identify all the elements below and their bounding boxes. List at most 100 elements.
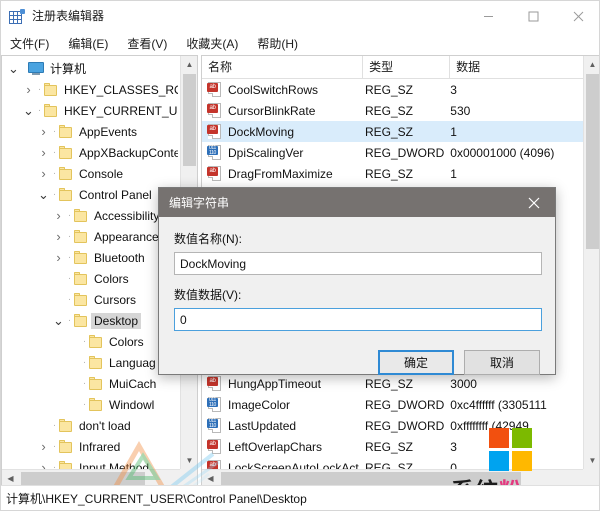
tree-connector-icon: · (67, 231, 72, 242)
minimize-button[interactable] (466, 1, 511, 32)
dword-value-icon: 011 110 (207, 145, 224, 160)
tree-item-label: HKEY_CLASSES_ROOT (64, 82, 178, 97)
value-row[interactable]: ab LeftOverlapChars REG_SZ 3 (202, 436, 583, 457)
tree-item[interactable]: ⌄ · Control Panel (2, 184, 180, 205)
tree-item[interactable]: ·· Languag (2, 352, 180, 373)
value-row[interactable]: ab DragFromMaximize REG_SZ 1 (202, 163, 583, 184)
values-scroll-up-icon[interactable]: ▲ (584, 56, 599, 73)
value-row[interactable]: ab CursorBlinkRate REG_SZ 530 (202, 100, 583, 121)
values-horizontal-scrollbar[interactable]: ◀ ▶ (202, 469, 599, 486)
chevron-down-icon[interactable]: ⌄ (36, 184, 51, 205)
tree-connector-icon: · (52, 441, 57, 452)
tree-connector-icon: · (82, 378, 87, 389)
menu-edit[interactable]: 编辑(E) (68, 33, 117, 55)
value-name-input[interactable] (174, 252, 542, 275)
tree-item[interactable]: ⌄· HKEY_CURRENT_USER (2, 100, 180, 121)
tree-scroll-up-icon[interactable]: ▲ (181, 56, 197, 73)
value-row[interactable]: ab HungAppTimeout REG_SZ 3000 (202, 373, 583, 394)
menu-help[interactable]: 帮助(H) (257, 33, 307, 55)
value-name-cell: 011 110 ImageColor (202, 397, 359, 412)
tree-item-label: AppEvents (79, 124, 138, 139)
tree-item[interactable]: › · AppEvents (2, 121, 180, 142)
chevron-down-icon[interactable]: ⌄ (51, 310, 66, 331)
tree-item[interactable]: ·· don't load (2, 415, 180, 436)
value-type-cell: REG_SZ (364, 439, 413, 454)
registry-tree[interactable]: ⌄计算机›·HKEY_CLASSES_ROOT⌄·HKEY_CURRENT_US… (2, 56, 180, 469)
chevron-right-icon[interactable]: › (51, 247, 66, 268)
chevron-right-icon[interactable]: › (36, 121, 51, 142)
title-bar: 注册表编辑器 (1, 1, 599, 32)
tree-connector-icon: · (52, 126, 57, 137)
tree-item[interactable]: ·· Colors (2, 268, 180, 289)
folder-icon (58, 167, 74, 180)
chevron-right-icon[interactable]: › (51, 226, 66, 247)
menu-view[interactable]: 查看(V) (127, 33, 176, 55)
maximize-button[interactable] (511, 1, 556, 32)
values-scroll-down-icon[interactable]: ▼ (584, 452, 599, 469)
chevron-right-icon[interactable]: › (36, 142, 51, 163)
value-type-cell: REG_SZ (364, 460, 413, 470)
chevron-right-icon[interactable]: › (51, 205, 66, 226)
dialog-close-button[interactable] (513, 188, 555, 217)
tree-item-label: Accessibility (94, 208, 160, 223)
tree-item[interactable]: ⌄ 计算机 (2, 58, 180, 79)
tree-item[interactable]: › · Appearance (2, 226, 180, 247)
tree-item[interactable]: › · Bluetooth (2, 247, 180, 268)
tree-item[interactable]: ⌄ · Desktop (2, 310, 180, 331)
value-row[interactable]: 011 110 ImageColor REG_DWORD 0xc4ffffff (330… (202, 394, 583, 415)
value-data-cell: 3000 (450, 376, 477, 391)
dialog-buttons: 确定 取消 (378, 350, 540, 375)
tree-item-label: Bluetooth (94, 250, 145, 265)
tree-item[interactable]: ·· Cursors (2, 289, 180, 310)
column-header-type[interactable]: 类型 (363, 56, 451, 79)
ok-button[interactable]: 确定 (378, 350, 454, 375)
tree-vscroll-thumb[interactable] (183, 74, 196, 166)
chevron-right-icon[interactable]: › (36, 163, 51, 184)
menu-file[interactable]: 文件(F) (10, 33, 58, 55)
tree-item[interactable]: ·· Windowl (2, 394, 180, 415)
chevron-right-icon[interactable]: › (21, 79, 36, 100)
tree-item[interactable]: › · Console (2, 163, 180, 184)
tree-item[interactable]: › · Infrared (2, 436, 180, 457)
tree-item-label: Colors (94, 271, 129, 286)
tree-item-label: Desktop (91, 312, 142, 329)
value-row[interactable]: ab DockMoving REG_SZ 1 (202, 121, 583, 142)
chevron-right-icon[interactable]: › (36, 436, 51, 457)
value-data-input[interactable] (174, 308, 542, 331)
value-row[interactable]: ab CoolSwitchRows REG_SZ 3 (202, 79, 583, 100)
close-button[interactable] (556, 1, 599, 32)
tree-item[interactable]: › · Input Method (2, 457, 180, 469)
tree-item[interactable]: › · AppXBackupConter (2, 142, 180, 163)
tree-hscroll-thumb[interactable] (21, 472, 145, 485)
tree-item-label: HKEY_CURRENT_USER (64, 103, 178, 118)
chevron-right-icon[interactable]: › (36, 457, 51, 469)
chevron-down-icon[interactable]: ⌄ (6, 58, 21, 79)
string-value-icon: ab (207, 82, 224, 97)
value-row[interactable]: 011 110 LastUpdated REG_DWORD 0xffffffff (42… (202, 415, 583, 436)
tree-item[interactable]: ·· Colors (2, 331, 180, 352)
value-data-cell: 1 (450, 166, 457, 181)
cancel-button[interactable]: 取消 (464, 350, 540, 375)
value-row[interactable]: 011 110 DpiScalingVer REG_DWORD 0x00001000 (… (202, 142, 583, 163)
column-header-data[interactable]: 数据 (450, 56, 583, 79)
column-header-name[interactable]: 名称 (202, 56, 364, 79)
folder-icon (88, 398, 104, 411)
value-row[interactable]: ab LockScreenAutoLockActive REG_SZ 0 (202, 457, 583, 469)
values-vscroll-thumb[interactable] (586, 74, 599, 249)
values-hscroll-thumb[interactable] (221, 472, 521, 485)
tree-item[interactable]: ·· MuiCach (2, 373, 180, 394)
folder-icon (58, 146, 74, 159)
tree-item[interactable]: ›· HKEY_CLASSES_ROOT (2, 79, 180, 100)
value-name-cell: ab LockScreenAutoLockActive (202, 460, 359, 469)
values-vertical-scrollbar[interactable]: ▲ ▼ (583, 56, 599, 469)
tree-item[interactable]: › · Accessibility (2, 205, 180, 226)
string-value-icon: ab (207, 166, 224, 181)
tree-scroll-down-icon[interactable]: ▼ (181, 452, 197, 469)
computer-icon (28, 61, 45, 76)
folder-icon (88, 377, 104, 390)
tree-connector-icon: · (37, 105, 42, 116)
tree-horizontal-scrollbar[interactable]: ◀ ▶ (2, 469, 197, 486)
chevron-down-icon[interactable]: ⌄ (21, 100, 36, 121)
menu-favorites[interactable]: 收藏夹(A) (186, 33, 247, 55)
tree-item-label: Appearance (94, 229, 159, 244)
